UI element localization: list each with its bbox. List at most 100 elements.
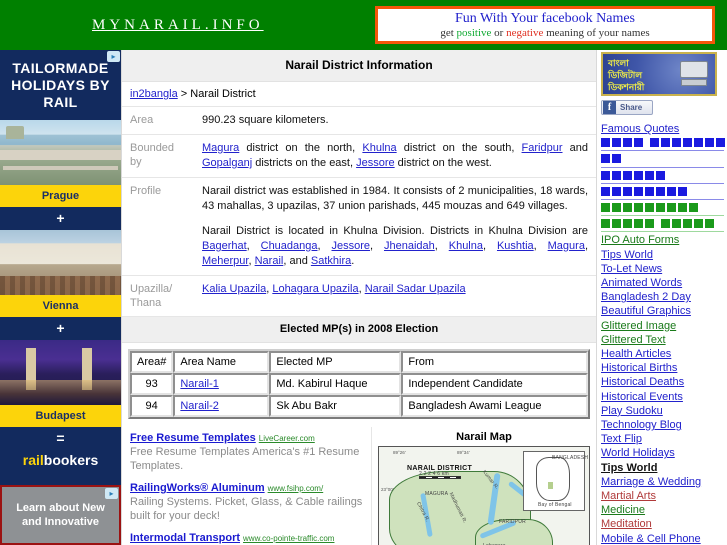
ad-title-2[interactable]: RailingWorks® Aluminum bbox=[130, 482, 265, 494]
sponsored-ad-1[interactable]: Free Resume Templates LiveCareer.com Free… bbox=[130, 432, 363, 473]
breadcrumb-home-link[interactable]: in2bangla bbox=[130, 88, 178, 100]
missing-glyph-box bbox=[645, 203, 654, 213]
sponsored-ad-2[interactable]: RailingWorks® Aluminum www.fsihp.com/ Rai… bbox=[130, 482, 363, 523]
missing-glyph-block[interactable] bbox=[601, 136, 725, 233]
sidebar-link-ipo-auto-forms[interactable]: IPO Auto Forms bbox=[601, 233, 724, 247]
info-label-area: Area bbox=[122, 107, 194, 135]
sidebar-link-medicine[interactable]: Medicine bbox=[601, 503, 724, 517]
sidebar-link-technology-blog[interactable]: Technology Blog bbox=[601, 418, 724, 432]
link-gopalganj[interactable]: Gopalganj bbox=[202, 157, 252, 169]
link-bagerhat[interactable]: Bagerhat bbox=[202, 240, 247, 252]
link-meherpur[interactable]: Meherpur bbox=[202, 255, 248, 267]
sidebar-link-historical-deaths[interactable]: Historical Deaths bbox=[601, 375, 724, 389]
link-magura-2[interactable]: Magura bbox=[548, 240, 585, 252]
dictionary-line-1: বাংলা bbox=[608, 58, 629, 68]
link-magura[interactable]: Magura bbox=[202, 142, 239, 154]
missing-glyph-row-2[interactable] bbox=[601, 152, 724, 168]
secondary-left-ad[interactable]: ▸ Learn about New and Innovative bbox=[0, 485, 121, 545]
th-area-name: Area Name bbox=[173, 351, 270, 373]
info-label-upazilla: Upazilla/Thana bbox=[122, 275, 194, 317]
narail-map-image[interactable]: NARAIL DISTRICT 2 2 2 4 6 km MAGURA FARI… bbox=[378, 446, 590, 545]
facebook-names-banner[interactable]: Fun With Your facebook Names get positiv… bbox=[375, 6, 715, 44]
sidebar-link-historical-events[interactable]: Historical Events bbox=[601, 390, 724, 404]
sidebar-link-tips-world[interactable]: Tips World bbox=[601, 248, 724, 262]
sidebar-link-beautiful-graphics[interactable]: Beautiful Graphics bbox=[601, 304, 724, 318]
link-jessore[interactable]: Jessore bbox=[356, 157, 395, 169]
info-row-bounded: Bounded by Magura district on the north,… bbox=[122, 134, 596, 178]
link-jessore-2[interactable]: Jessore bbox=[331, 240, 370, 252]
breadcrumb-current: Narail District bbox=[190, 88, 256, 100]
missing-glyph-row-4[interactable] bbox=[601, 185, 724, 201]
sidebar-link-glittered-image[interactable]: Glittered Image bbox=[601, 319, 724, 333]
missing-glyph-box bbox=[705, 219, 714, 229]
sidebar-link-tips-world[interactable]: Tips World bbox=[601, 461, 724, 475]
ad-url-1[interactable]: LiveCareer.com bbox=[259, 434, 315, 443]
facebook-share-button[interactable]: f Share bbox=[601, 100, 653, 115]
computer-screen-icon bbox=[680, 61, 708, 78]
site-logo[interactable]: MYNARAIL.INFO bbox=[92, 17, 264, 34]
mp-section-title: Elected MP(s) in 2008 Election bbox=[122, 317, 596, 343]
adchoices-icon-2[interactable]: ▸ bbox=[105, 488, 118, 499]
sidebar-link-world-holidays[interactable]: World Holidays bbox=[601, 446, 724, 460]
missing-glyph-box bbox=[623, 186, 632, 196]
sidebar-link-animated-words[interactable]: Animated Words bbox=[601, 276, 724, 290]
missing-glyph-box bbox=[716, 138, 725, 148]
sidebar-link-bangladesh-2-day[interactable]: Bangladesh 2 Day bbox=[601, 290, 724, 304]
adchoices-icon[interactable]: ▸ bbox=[107, 51, 120, 62]
map-column: Narail Map NARAIL DISTRICT 2 2 2 4 6 km … bbox=[372, 427, 596, 545]
sidebar-link-to-let-news[interactable]: To-Let News bbox=[601, 262, 724, 276]
link-kushtia[interactable]: Kushtia bbox=[497, 240, 534, 252]
link-faridpur[interactable]: Faridpur bbox=[522, 142, 563, 154]
sidebar-link-glittered-text[interactable]: Glittered Text bbox=[601, 333, 724, 347]
sidebar-link-health-articles[interactable]: Health Articles bbox=[601, 347, 724, 361]
missing-glyph-row-3[interactable] bbox=[601, 169, 724, 184]
ad-title-3[interactable]: Intermodal Transport bbox=[130, 532, 240, 544]
table-header-row: Area# Area Name Elected MP From bbox=[130, 351, 588, 373]
facebook-share-label: Share bbox=[620, 103, 643, 112]
ad-title-1[interactable]: Free Resume Templates bbox=[130, 432, 256, 444]
sidebar-links-list: Famous Quotes IPO Auto Forms Tips World To… bbox=[601, 122, 725, 545]
link-narail[interactable]: Narail bbox=[255, 255, 284, 267]
sidebar-link-play-sudoku[interactable]: Play Sudoku bbox=[601, 404, 724, 418]
link-kalia-upazila[interactable]: Kalia Upazila bbox=[202, 283, 266, 295]
link-narail-2[interactable]: Narail-2 bbox=[180, 400, 219, 412]
sidebar-link-martial-arts[interactable]: Martial Arts bbox=[601, 489, 724, 503]
sidebar-link-meditation[interactable]: Meditation bbox=[601, 517, 724, 531]
link-khulna-2[interactable]: Khulna bbox=[449, 240, 483, 252]
link-jhenaidah[interactable]: Jhenaidah bbox=[384, 240, 435, 252]
breadcrumb: in2bangla > Narail District bbox=[122, 82, 596, 107]
rail-city-prague: Prague bbox=[0, 185, 121, 207]
banner-title: Fun With Your facebook Names bbox=[455, 10, 635, 26]
ad-url-3[interactable]: www.co-pointe-traffic.com bbox=[243, 534, 334, 543]
missing-glyph-row-5[interactable] bbox=[601, 201, 724, 217]
cell-elected-mp-1: Md. Kabirul Haque bbox=[269, 373, 402, 395]
ad-url-2[interactable]: www.fsihp.com/ bbox=[268, 484, 324, 493]
missing-glyph-box bbox=[601, 154, 610, 164]
dictionary-banner-text: বাংলা ডিজিটাল ডিকশনারী bbox=[603, 54, 677, 93]
sidebar-link-text-flip[interactable]: Text Flip bbox=[601, 432, 724, 446]
map-inset-bangladesh: BANGLADESH Bay of Bengal bbox=[523, 451, 588, 511]
link-lohagara-upazila[interactable]: Lohagara Upazila bbox=[272, 283, 358, 295]
link-khulna[interactable]: Khulna bbox=[362, 142, 396, 154]
ad-desc-1: Free Resume Templates America's #1 Resum… bbox=[130, 446, 360, 472]
bangla-dictionary-banner[interactable]: বাংলা ডিজিটাল ডিকশনারী bbox=[601, 52, 717, 96]
missing-glyph-box bbox=[678, 203, 687, 213]
link-narail-1[interactable]: Narail-1 bbox=[180, 378, 219, 390]
missing-glyph-box bbox=[623, 138, 632, 148]
missing-glyph-row-1[interactable] bbox=[601, 136, 725, 152]
missing-glyph-box bbox=[612, 203, 621, 213]
sidebar-link-marriage-wedding[interactable]: Marriage & Wedding bbox=[601, 475, 724, 489]
missing-glyph-box bbox=[634, 186, 643, 196]
missing-glyph-row-6[interactable] bbox=[601, 217, 724, 233]
sidebar-link-famous-quotes[interactable]: Famous Quotes bbox=[601, 122, 724, 136]
map-inset-sublabel: Bay of Bengal bbox=[538, 502, 572, 508]
sponsored-ad-3[interactable]: Intermodal Transport www.co-pointe-traffi… bbox=[130, 532, 363, 545]
link-narail-sadar-upazila[interactable]: Narail Sadar Upazila bbox=[365, 283, 466, 295]
link-chuadanga[interactable]: Chuadanga bbox=[261, 240, 318, 252]
railbookers-ad[interactable]: ▸ TAILORMADE HOLIDAYS BY RAIL Prague + V… bbox=[0, 50, 121, 485]
page-body: ▸ TAILORMADE HOLIDAYS BY RAIL Prague + V… bbox=[0, 50, 727, 545]
sidebar-link-mobile-cell-phone[interactable]: Mobile & Cell Phone bbox=[601, 532, 724, 545]
link-satkhira[interactable]: Satkhira bbox=[311, 255, 351, 267]
sidebar-link-historical-births[interactable]: Historical Births bbox=[601, 361, 724, 375]
info-row-upazilla: Upazilla/Thana Kalia Upazila, Lohagara U… bbox=[122, 275, 596, 317]
